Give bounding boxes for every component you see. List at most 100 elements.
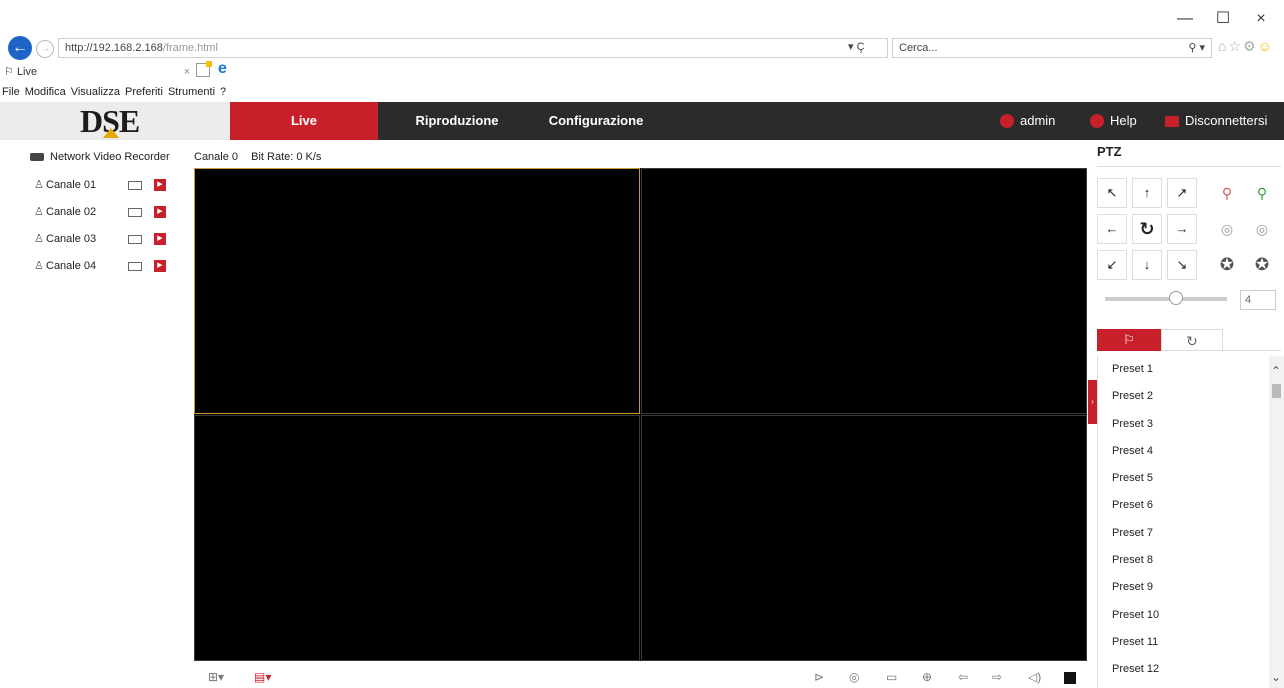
tab-close-icon[interactable]: ×: [184, 64, 190, 80]
logo-triangle-icon: [103, 128, 119, 138]
record-icon[interactable]: ▶: [154, 233, 166, 245]
collapse-panel-icon[interactable]: ›: [1088, 380, 1097, 424]
speed-slider-handle[interactable]: [1168, 291, 1183, 305]
ptz-title: PTZ: [1097, 144, 1122, 159]
preset-item[interactable]: Preset 8: [1098, 547, 1269, 574]
video-cell-2[interactable]: [641, 168, 1087, 414]
video-cell-4[interactable]: [641, 415, 1087, 661]
ptz-up-button[interactable]: ↑: [1132, 178, 1162, 208]
menu-file[interactable]: File: [2, 84, 20, 100]
snapshot-icon[interactable]: [128, 180, 142, 190]
refresh-icon[interactable]: ▾ Ç: [848, 38, 865, 56]
feedback-smiley-icon[interactable]: ☺: [1258, 38, 1274, 54]
speed-slider-track[interactable]: [1105, 297, 1227, 301]
ptz-up-left-button[interactable]: ↖: [1097, 178, 1127, 208]
preset-item[interactable]: Preset 10: [1098, 602, 1269, 629]
ptz-up-right-button[interactable]: ↗: [1167, 178, 1197, 208]
video-cell-1[interactable]: [194, 168, 640, 414]
preset-scrollbar[interactable]: ⌃ ⌄: [1269, 356, 1284, 688]
next-page-icon[interactable]: ⇨: [992, 670, 1002, 684]
record-icon[interactable]: ▶: [154, 260, 166, 272]
record-clip-icon[interactable]: ▭: [886, 670, 897, 684]
favorites-star-icon[interactable]: ☆: [1228, 38, 1243, 54]
search-input[interactable]: Cerca... ⚲ ▾: [892, 38, 1212, 58]
preset-item[interactable]: Preset 9: [1098, 574, 1269, 601]
nav-user[interactable]: admin: [1000, 102, 1055, 140]
tab-patrol-cycle-icon[interactable]: ↻: [1161, 329, 1223, 351]
home-icon[interactable]: ⌂: [1218, 38, 1228, 54]
minimize-button[interactable]: —: [1166, 6, 1204, 32]
nav-help[interactable]: Help: [1090, 102, 1137, 140]
preset-item[interactable]: Preset 3: [1098, 411, 1269, 438]
search-icon[interactable]: ⚲ ▾: [1188, 39, 1205, 57]
iris-close-icon[interactable]: ✪: [1247, 250, 1277, 280]
zoom-icon[interactable]: ⊕: [922, 670, 932, 684]
nav-user-label: admin: [1020, 113, 1056, 128]
capture-icon[interactable]: ◎: [849, 670, 859, 684]
nav-logout[interactable]: Disconnettersi: [1165, 102, 1267, 140]
menu-modifica[interactable]: Modifica: [25, 84, 66, 100]
record-icon[interactable]: ▶: [154, 179, 166, 191]
ptz-left-button[interactable]: ←: [1097, 214, 1127, 244]
layout-grid-icon[interactable]: ⊞▾: [208, 670, 224, 684]
preset-item[interactable]: Preset 6: [1098, 492, 1269, 519]
nav-tab-configurazione[interactable]: Configurazione: [526, 102, 666, 140]
play-icon[interactable]: ⊳: [814, 670, 824, 684]
preset-item[interactable]: Preset 1: [1098, 356, 1269, 383]
preset-item[interactable]: Preset 5: [1098, 465, 1269, 492]
focus-near-icon[interactable]: ◎: [1212, 214, 1242, 244]
channel-item-04[interactable]: ♙ Canale 04 ▶: [34, 257, 166, 275]
zoom-in-icon[interactable]: ⚲: [1247, 178, 1277, 208]
menu-preferiti[interactable]: Preferiti: [125, 84, 163, 100]
channel-item-01[interactable]: ♙ Canale 01 ▶: [34, 176, 166, 194]
stream-type-icon[interactable]: ▤▾: [254, 670, 271, 684]
record-icon[interactable]: ▶: [154, 206, 166, 218]
device-node[interactable]: Network Video Recorder: [30, 148, 170, 166]
prev-page-icon[interactable]: ⇦: [958, 670, 968, 684]
new-tab-icon[interactable]: [196, 61, 212, 77]
maximize-button[interactable]: ☐: [1204, 6, 1242, 32]
preset-item[interactable]: Preset 12: [1098, 656, 1269, 683]
menu-help[interactable]: ?: [220, 84, 226, 100]
stream-info: Canale 0 Bit Rate: 0 K/s: [194, 148, 331, 166]
ptz-down-button[interactable]: ↓: [1132, 250, 1162, 280]
tab-preset-flag-icon[interactable]: ⚐: [1097, 329, 1161, 351]
settings-gear-icon[interactable]: ⚙: [1243, 38, 1258, 54]
video-cell-3[interactable]: [194, 415, 640, 661]
preset-item[interactable]: Preset 7: [1098, 520, 1269, 547]
channel-label: Canale 03: [46, 233, 97, 245]
preset-list: Preset 1 Preset 2 Preset 3 Preset 4 Preset 5…: [1097, 356, 1269, 688]
snapshot-icon[interactable]: [128, 261, 142, 271]
ptz-down-left-button[interactable]: ↙: [1097, 250, 1127, 280]
preset-item[interactable]: Preset 11: [1098, 629, 1269, 656]
browser-tab-live[interactable]: ⚐ Live ×: [4, 64, 192, 82]
ptz-right-button[interactable]: →: [1167, 214, 1197, 244]
snapshot-icon[interactable]: [128, 234, 142, 244]
scroll-down-icon[interactable]: ⌄: [1271, 670, 1281, 684]
menu-visualizza[interactable]: Visualizza: [71, 84, 120, 100]
close-window-button[interactable]: ×: [1242, 6, 1280, 32]
address-input[interactable]: http://192.168.2.168/frame.html: [58, 38, 888, 58]
preset-item[interactable]: Preset 4: [1098, 438, 1269, 465]
preset-item[interactable]: Preset 2: [1098, 383, 1269, 410]
fullscreen-icon[interactable]: [1064, 672, 1076, 684]
channel-item-02[interactable]: ♙ Canale 02 ▶: [34, 203, 166, 221]
scroll-thumb[interactable]: [1272, 384, 1281, 398]
back-icon[interactable]: ←: [8, 36, 32, 60]
ie-logo-icon[interactable]: e: [218, 60, 227, 78]
iris-open-icon[interactable]: ✪: [1212, 250, 1242, 280]
zoom-out-icon[interactable]: ⚲: [1212, 178, 1242, 208]
scroll-up-icon[interactable]: ⌃: [1271, 364, 1281, 378]
tab-page-icon: ⚐: [4, 66, 14, 78]
ptz-auto-button[interactable]: ↻: [1132, 214, 1162, 244]
nav-tab-live[interactable]: Live: [230, 102, 378, 140]
ptz-down-right-button[interactable]: ↘: [1167, 250, 1197, 280]
focus-far-icon[interactable]: ◎: [1247, 214, 1277, 244]
nav-tab-riproduzione[interactable]: Riproduzione: [388, 102, 526, 140]
audio-icon[interactable]: ◁): [1028, 670, 1041, 684]
forward-icon[interactable]: →: [36, 40, 54, 58]
menu-strumenti[interactable]: Strumenti: [168, 84, 215, 100]
snapshot-icon[interactable]: [128, 207, 142, 217]
user-icon: [1000, 114, 1014, 128]
channel-item-03[interactable]: ♙ Canale 03 ▶: [34, 230, 166, 248]
